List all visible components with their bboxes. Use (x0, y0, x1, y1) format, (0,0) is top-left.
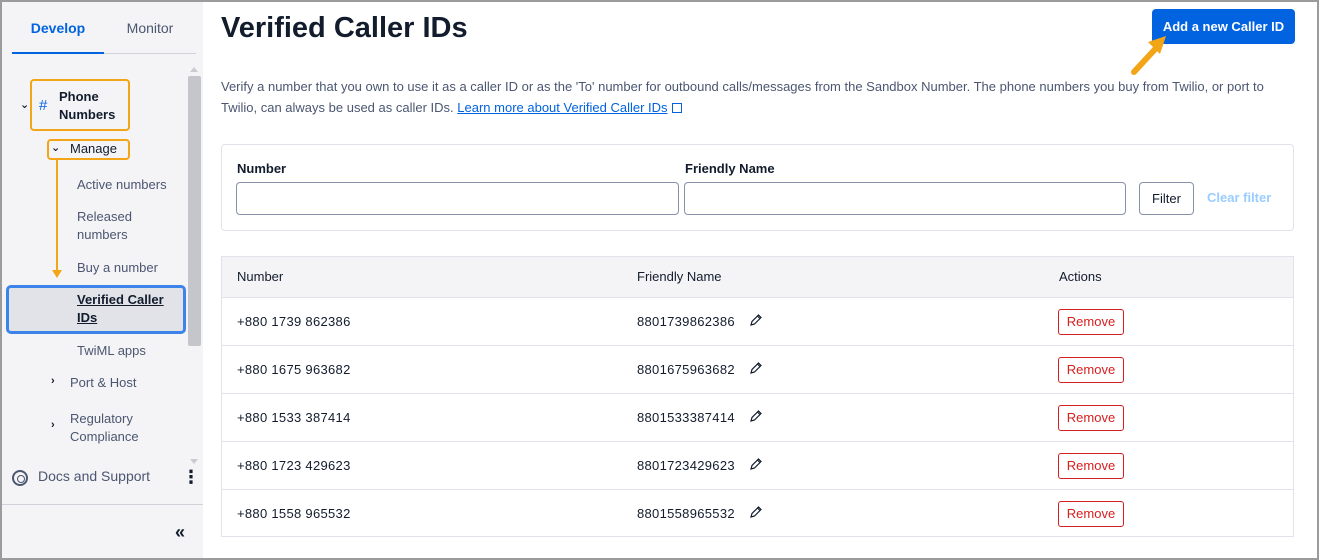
page-title: Verified Caller IDs (221, 12, 468, 44)
edit-pencil-icon[interactable] (749, 361, 763, 375)
row-friendly-name: 8801558965532 (637, 506, 735, 521)
column-header-number: Number (237, 269, 284, 284)
scroll-up-icon[interactable] (190, 67, 198, 72)
row-number: +880 1558 965532 (237, 506, 351, 521)
collapse-sidebar-icon[interactable]: « (175, 522, 185, 543)
tab-monitor[interactable]: Monitor (104, 2, 196, 54)
sidebar-item-buy-number[interactable]: Buy a number (77, 259, 158, 277)
table-row: +880 1739 862386 8801739862386 Remove (222, 298, 1293, 346)
edit-pencil-icon[interactable] (749, 409, 763, 423)
tab-develop[interactable]: Develop (12, 2, 104, 54)
row-number: +880 1675 963682 (237, 362, 351, 377)
scroll-thumb[interactable] (188, 76, 201, 346)
app-window: Develop Monitor ⌄ # Phone Numbers ⌄ Mana… (0, 0, 1319, 560)
support-icon (12, 470, 28, 486)
sidebar-scrollbar[interactable] (188, 64, 201, 464)
column-header-friendly-name: Friendly Name (637, 269, 722, 284)
row-number: +880 1739 862386 (237, 314, 351, 329)
table-row: +880 1675 963682 8801675963682 Remove (222, 346, 1293, 394)
row-friendly-name: 8801675963682 (637, 362, 735, 377)
sidebar-divider (2, 504, 203, 505)
annotation-arrow-head (52, 270, 62, 278)
sidebar-item-port-host[interactable]: Port & Host (70, 374, 136, 392)
column-header-actions: Actions (1059, 269, 1102, 284)
remove-button[interactable]: Remove (1058, 405, 1124, 431)
description-text: Verify a number that you own to use it a… (221, 79, 1264, 115)
clear-filter-button[interactable]: Clear filter (1207, 190, 1271, 205)
friendly-name-filter-input[interactable] (684, 182, 1126, 215)
annotation-arrow-icon (1131, 36, 1166, 75)
chevron-down-icon[interactable]: ⌄ (20, 98, 29, 111)
number-filter-label: Number (237, 161, 287, 176)
sidebar-item-verified-caller-ids[interactable]: Verified Caller IDs (77, 291, 164, 327)
sidebar: Develop Monitor ⌄ # Phone Numbers ⌄ Mana… (2, 2, 203, 558)
remove-button[interactable]: Remove (1058, 357, 1124, 383)
sidebar-item-phone-numbers[interactable]: Phone Numbers (59, 88, 115, 124)
edit-pencil-icon[interactable] (749, 313, 763, 327)
edit-pencil-icon[interactable] (749, 505, 763, 519)
page-description: Verify a number that you own to use it a… (221, 76, 1301, 118)
row-number: +880 1723 429623 (237, 458, 351, 473)
sidebar-item-released-numbers[interactable]: Released numbers (77, 208, 132, 244)
phone-numbers-label-line2: Numbers (59, 107, 116, 122)
row-number: +880 1533 387414 (237, 410, 351, 425)
table-row: +880 1558 965532 8801558965532 Remove (222, 490, 1293, 538)
table-header: Number Friendly Name Actions (222, 257, 1293, 298)
table-row: +880 1533 387414 8801533387414 Remove (222, 394, 1293, 442)
learn-more-link[interactable]: Learn more about Verified Caller IDs (457, 100, 667, 115)
friendly-name-filter-label: Friendly Name (685, 161, 775, 176)
row-friendly-name: 8801723429623 (637, 458, 735, 473)
regulatory-label-line2: Compliance (70, 429, 139, 444)
edit-pencil-icon[interactable] (749, 457, 763, 471)
phone-numbers-label-line1: Phone (59, 89, 99, 104)
row-friendly-name: 8801739862386 (637, 314, 735, 329)
hash-icon: # (39, 97, 48, 114)
sidebar-tabs: Develop Monitor (12, 2, 196, 54)
filter-button[interactable]: Filter (1139, 182, 1194, 215)
chevron-right-icon[interactable]: › (51, 419, 55, 431)
annotation-arrow-line (56, 160, 58, 272)
released-label-line2: numbers (77, 227, 128, 242)
released-label-line1: Released (77, 209, 132, 224)
table-row: +880 1723 429623 8801723429623 Remove (222, 442, 1293, 490)
sidebar-item-manage[interactable]: Manage (70, 140, 117, 158)
scroll-down-icon[interactable] (190, 459, 198, 464)
remove-button[interactable]: Remove (1058, 501, 1124, 527)
main-content: Verified Caller IDs Add a new Caller ID … (203, 2, 1317, 558)
sidebar-item-twiml-apps[interactable]: TwiML apps (77, 342, 146, 360)
filter-panel: Number Friendly Name Filter Clear filter (221, 144, 1294, 231)
caller-ids-table: Number Friendly Name Actions +880 1739 8… (221, 256, 1294, 537)
external-link-icon (671, 103, 682, 113)
regulatory-label-line1: Regulatory (70, 411, 133, 426)
number-filter-input[interactable] (236, 182, 679, 215)
chevron-down-icon[interactable]: ⌄ (51, 141, 60, 154)
remove-button[interactable]: Remove (1058, 309, 1124, 335)
sidebar-item-active-numbers[interactable]: Active numbers (77, 176, 167, 194)
verified-label-line2: IDs (77, 310, 98, 325)
docs-support-link[interactable]: Docs and Support (38, 468, 150, 484)
more-options-icon[interactable]: ⋮ (182, 468, 200, 486)
verified-label-line1: Verified Caller (77, 292, 164, 307)
row-friendly-name: 8801533387414 (637, 410, 735, 425)
remove-button[interactable]: Remove (1058, 453, 1124, 479)
chevron-right-icon[interactable]: › (51, 375, 55, 387)
sidebar-item-regulatory[interactable]: Regulatory Compliance (70, 410, 139, 446)
